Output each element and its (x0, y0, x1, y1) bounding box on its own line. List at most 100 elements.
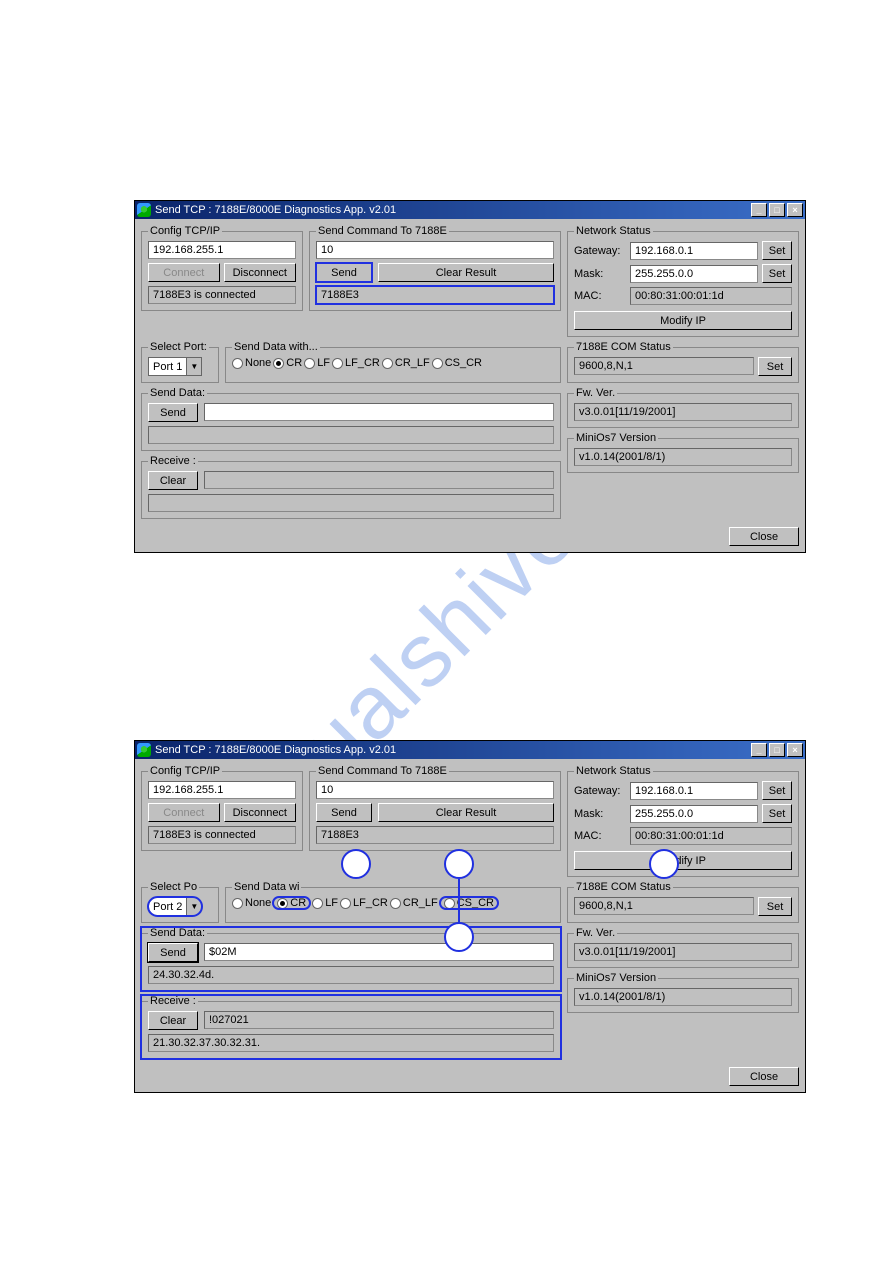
conn-status: 7188E3 is connected (148, 826, 296, 844)
send-data-with-legend: Send Data with... (232, 341, 320, 353)
titlebar: Send TCP : 7188E/8000E Diagnostics App. … (135, 201, 805, 219)
close-button[interactable]: × (787, 203, 803, 217)
disconnect-button[interactable]: Disconnect (224, 263, 296, 282)
radio-cscr[interactable]: CS_CR (440, 897, 498, 909)
window-title: Send TCP : 7188E/8000E Diagnostics App. … (155, 744, 396, 756)
port-value: Port 2 (149, 901, 186, 913)
set-com-button[interactable]: Set (758, 357, 792, 376)
chevron-down-icon (186, 358, 201, 375)
minios-group: MiniOs7 Version v1.0.14(2001/8/1) (567, 972, 799, 1013)
modify-ip-button[interactable]: Modify IP (574, 311, 792, 330)
ip-input[interactable]: 192.168.255.1 (148, 781, 296, 799)
send-data-input[interactable]: $02M (204, 943, 554, 961)
network-status-group: Network Status Gateway: 192.168.0.1 Set … (567, 765, 799, 877)
port-select[interactable]: Port 1 (148, 357, 202, 376)
cmd-input[interactable]: 10 (316, 781, 554, 799)
clear-result-button[interactable]: Clear Result (378, 803, 554, 822)
send-data-group: Send Data: Send (141, 387, 561, 451)
cmd-response: 7188E3 (316, 826, 554, 844)
radio-crlf[interactable]: CR_LF (390, 897, 438, 909)
com-legend: 7188E COM Status (574, 881, 673, 893)
radio-none[interactable]: None (232, 357, 271, 369)
select-port-group: Select Po Port 2 (141, 881, 219, 923)
maximize-button[interactable]: □ (769, 743, 785, 757)
close-app-button[interactable]: Close (729, 527, 799, 546)
send-data-button[interactable]: Send (148, 943, 198, 962)
titlebar: Send TCP : 7188E/8000E Diagnostics App. … (135, 741, 805, 759)
mac-label: MAC: (574, 830, 626, 842)
config-legend: Config TCP/IP (148, 225, 222, 237)
gateway-label: Gateway: (574, 245, 626, 257)
clear-receive-button[interactable]: Clear (148, 471, 198, 490)
set-mask-button[interactable]: Set (762, 264, 792, 283)
port-select[interactable]: Port 2 (148, 897, 202, 916)
fw-value: v3.0.01[11/19/2001] (574, 403, 792, 421)
mask-input[interactable]: 255.255.0.0 (630, 265, 758, 283)
receive-group: Receive : Clear !027021 21.30.32.37.30.3… (141, 995, 561, 1059)
mos-legend: MiniOs7 Version (574, 972, 658, 984)
clear-result-button[interactable]: Clear Result (378, 263, 554, 282)
modify-ip-button[interactable]: Modify IP (574, 851, 792, 870)
send-data-input[interactable] (204, 403, 554, 421)
port-value: Port 1 (149, 361, 186, 373)
fw-value: v3.0.01[11/19/2001] (574, 943, 792, 961)
send-data-button[interactable]: Send (148, 403, 198, 422)
com-status-group: 7188E COM Status 9600,8,N,1 Set (567, 881, 799, 923)
receive-hex (148, 494, 554, 512)
chevron-down-icon (186, 898, 201, 915)
radio-lf[interactable]: LF (312, 897, 338, 909)
disconnect-button[interactable]: Disconnect (224, 803, 296, 822)
receive-legend: Receive : (148, 995, 198, 1007)
config-tcpip-group: Config TCP/IP 192.168.255.1 Connect Disc… (141, 765, 303, 851)
config-legend: Config TCP/IP (148, 765, 222, 777)
send-cmd-button[interactable]: Send (316, 803, 372, 822)
connect-button[interactable]: Connect (148, 803, 220, 822)
connect-button[interactable]: Connect (148, 263, 220, 282)
receive-group: Receive : Clear (141, 455, 561, 519)
send-data-with-group: Send Data with... None CR LF LF_CR CR_LF… (225, 341, 561, 383)
fw-legend: Fw. Ver. (574, 927, 617, 939)
set-mask-button[interactable]: Set (762, 804, 792, 823)
close-app-button[interactable]: Close (729, 1067, 799, 1086)
ip-input[interactable]: 192.168.255.1 (148, 241, 296, 259)
app-icon (137, 203, 151, 217)
mask-label: Mask: (574, 808, 626, 820)
set-gateway-button[interactable]: Set (762, 241, 792, 260)
conn-status: 7188E3 is connected (148, 286, 296, 304)
mask-input[interactable]: 255.255.0.0 (630, 805, 758, 823)
send-command-group: Send Command To 7188E 10 Send Clear Resu… (309, 225, 561, 311)
receive-hex: 21.30.32.37.30.32.31. (148, 1034, 554, 1052)
com-legend: 7188E COM Status (574, 341, 673, 353)
radio-cscr[interactable]: CS_CR (432, 357, 482, 369)
send-cmd-button[interactable]: Send (316, 263, 372, 282)
minimize-button[interactable]: _ (751, 203, 767, 217)
cmd-input[interactable]: 10 (316, 241, 554, 259)
radio-cr[interactable]: CR (273, 897, 310, 909)
gateway-input[interactable]: 192.168.0.1 (630, 782, 758, 800)
app-icon (137, 743, 151, 757)
network-status-group: Network Status Gateway: 192.168.0.1 Set … (567, 225, 799, 337)
mac-value: 00:80:31:00:01:1d (630, 827, 792, 845)
select-port-group: Select Port: Port 1 (141, 341, 219, 383)
minimize-button[interactable]: _ (751, 743, 767, 757)
receive-value (204, 471, 554, 489)
radio-crlf[interactable]: CR_LF (382, 357, 430, 369)
gateway-input[interactable]: 192.168.0.1 (630, 242, 758, 260)
radio-lfcr[interactable]: LF_CR (332, 357, 380, 369)
clear-receive-button[interactable]: Clear (148, 1011, 198, 1030)
window-title: Send TCP : 7188E/8000E Diagnostics App. … (155, 204, 396, 216)
radio-lfcr[interactable]: LF_CR (340, 897, 388, 909)
close-button[interactable]: × (787, 743, 803, 757)
com-value: 9600,8,N,1 (574, 897, 754, 915)
fw-ver-group: Fw. Ver. v3.0.01[11/19/2001] (567, 927, 799, 968)
send-data-hex: 24.30.32.4d. (148, 966, 554, 984)
window-1: Send TCP : 7188E/8000E Diagnostics App. … (134, 200, 806, 553)
maximize-button[interactable]: □ (769, 203, 785, 217)
window-2: Send TCP : 7188E/8000E Diagnostics App. … (134, 740, 806, 1093)
radio-lf[interactable]: LF (304, 357, 330, 369)
radio-none[interactable]: None (232, 897, 271, 909)
set-com-button[interactable]: Set (758, 897, 792, 916)
radio-cr[interactable]: CR (273, 357, 302, 369)
set-gateway-button[interactable]: Set (762, 781, 792, 800)
config-tcpip-group: Config TCP/IP 192.168.255.1 Connect Disc… (141, 225, 303, 311)
